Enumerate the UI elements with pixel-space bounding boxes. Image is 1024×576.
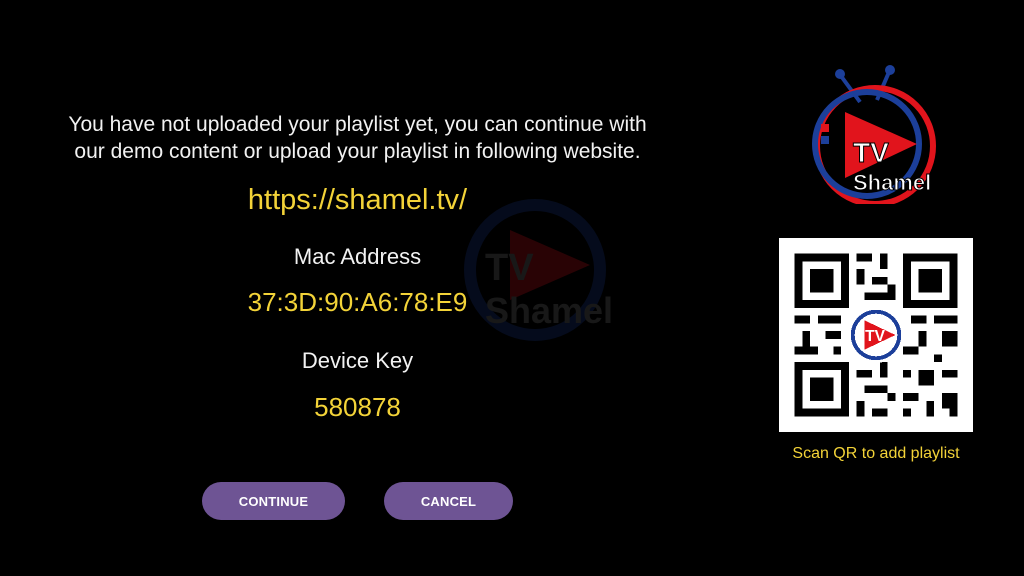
mac-address-label: Mac Address bbox=[293, 244, 422, 269]
info-message-line-2: our demo content or upload your playlist… bbox=[74, 140, 641, 163]
logo-text-shamel: Shamel bbox=[853, 170, 931, 195]
mac-address-value: 37:3D:90:A6:78:E9 bbox=[247, 287, 468, 317]
device-key-value: 580878 bbox=[314, 392, 401, 422]
info-message: You have not uploaded your playlist yet,… bbox=[30, 111, 685, 165]
qr-caption: Scan QR to add playlist bbox=[792, 445, 960, 462]
continue-button[interactable]: CONTINUE bbox=[202, 482, 345, 520]
qr-code-pattern: TV bbox=[779, 238, 973, 432]
qr-code: TV bbox=[779, 238, 973, 432]
shamel-tv-logo: TV Shamel bbox=[812, 65, 936, 204]
qr-logo-text: TV bbox=[865, 328, 885, 345]
website-link[interactable]: https://shamel.tv/ bbox=[0, 184, 715, 217]
logo-text-tv: TV bbox=[853, 137, 889, 168]
device-key-label: Device Key bbox=[301, 348, 414, 373]
info-message-line-1: You have not uploaded your playlist yet,… bbox=[68, 113, 647, 136]
cancel-button[interactable]: CANCEL bbox=[384, 482, 513, 520]
